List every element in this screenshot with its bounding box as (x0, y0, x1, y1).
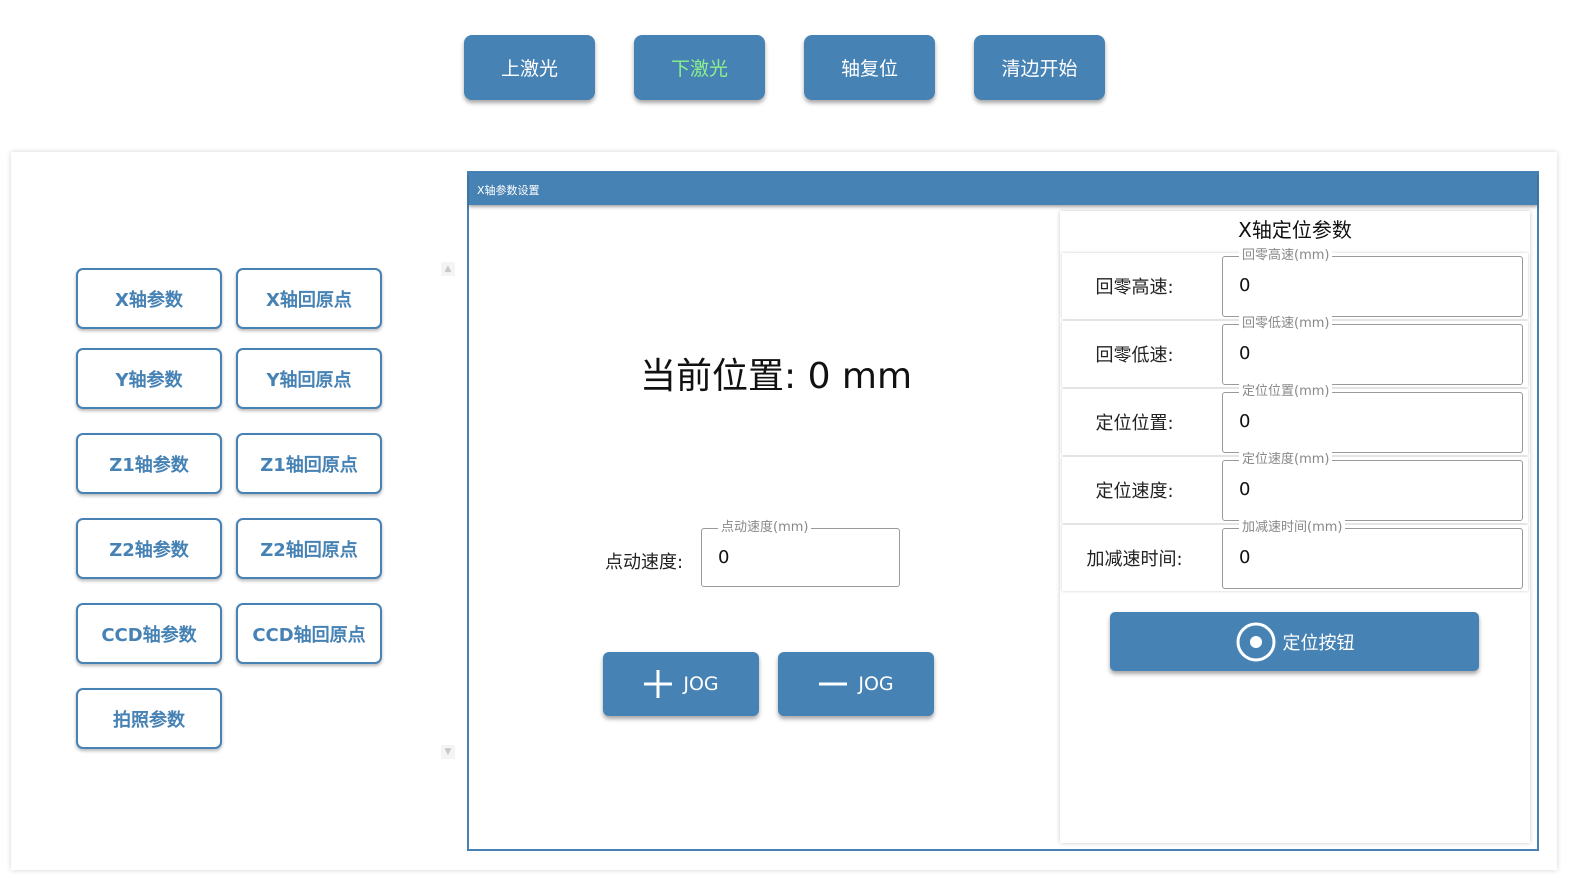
upper-laser-button[interactable]: 上激光 (464, 35, 595, 100)
axis-reset-button[interactable]: 轴复位 (804, 35, 935, 100)
target-speed-label: 定位速度: (1095, 481, 1174, 502)
ccd-axis-params-button[interactable]: CCD轴参数 (76, 603, 222, 664)
z1-axis-home-button[interactable]: Z1轴回原点 (236, 433, 382, 494)
y-axis-home-button[interactable]: Y轴回原点 (236, 348, 382, 409)
home-high-speed-field: 回零高速(mm) (1222, 248, 1523, 317)
locate-button[interactable]: 定位按钮 (1110, 612, 1479, 671)
accel-time-field: 加减速时间(mm) (1222, 520, 1523, 589)
locate-button-label: 定位按钮 (1282, 632, 1355, 654)
ccd-axis-home-button[interactable]: CCD轴回原点 (236, 603, 382, 664)
home-high-speed-legend: 回零高速(mm) (1239, 248, 1333, 264)
target-speed-field: 定位速度(mm) (1222, 452, 1523, 521)
jog-minus-label: JOG (858, 673, 894, 695)
jog-plus-label: JOG (683, 673, 719, 695)
target-position-input[interactable] (1239, 411, 1389, 432)
plus-icon (643, 669, 673, 699)
scroll-up-icon[interactable]: ▲ (441, 262, 455, 276)
z2-axis-home-button[interactable]: Z2轴回原点 (236, 518, 382, 579)
jog-speed-field: 点动速度(mm) (701, 520, 900, 587)
jog-minus-button[interactable]: JOG (778, 652, 934, 716)
target-speed-input[interactable] (1239, 479, 1389, 500)
current-position-readout: 当前位置: 0 mm (640, 356, 913, 397)
accel-time-label: 加减速时间: (1086, 549, 1183, 570)
x-axis-home-button[interactable]: X轴回原点 (236, 268, 382, 329)
jog-speed-label: 点动速度: (605, 552, 684, 573)
start-edge-clean-button[interactable]: 清边开始 (974, 35, 1105, 100)
x-axis-params-button[interactable]: X轴参数 (76, 268, 222, 329)
jog-speed-legend: 点动速度(mm) (718, 520, 812, 536)
jog-plus-button[interactable]: JOG (603, 652, 759, 716)
home-low-speed-legend: 回零低速(mm) (1239, 316, 1333, 332)
target-position-field: 定位位置(mm) (1222, 384, 1523, 453)
positioning-params-title: X轴定位参数 (1238, 218, 1352, 242)
minus-icon (818, 669, 848, 699)
z1-axis-params-button[interactable]: Z1轴参数 (76, 433, 222, 494)
target-speed-legend: 定位速度(mm) (1239, 452, 1333, 468)
jog-speed-input[interactable] (718, 547, 868, 568)
photo-params-button[interactable]: 拍照参数 (76, 688, 222, 749)
lower-laser-button[interactable]: 下激光 (634, 35, 765, 100)
home-low-speed-label: 回零低速: (1095, 345, 1174, 366)
home-low-speed-field: 回零低速(mm) (1222, 316, 1523, 385)
accel-time-input[interactable] (1239, 547, 1389, 568)
window-title: X轴参数设置 (477, 184, 540, 197)
home-high-speed-label: 回零高速: (1095, 277, 1174, 298)
y-axis-params-button[interactable]: Y轴参数 (76, 348, 222, 409)
target-icon (1235, 621, 1277, 663)
z2-axis-params-button[interactable]: Z2轴参数 (76, 518, 222, 579)
scroll-down-icon[interactable]: ▼ (441, 745, 455, 759)
target-position-legend: 定位位置(mm) (1239, 384, 1333, 400)
home-low-speed-input[interactable] (1239, 343, 1389, 364)
accel-time-legend: 加减速时间(mm) (1239, 520, 1346, 536)
target-position-label: 定位位置: (1095, 413, 1174, 434)
window-title-bar: X轴参数设置 (469, 173, 1537, 205)
app-window: 上激光 下激光 轴复位 清边开始 X轴参数 X轴回原点 Y轴参数 Y轴回原点 Z… (0, 0, 1570, 879)
home-high-speed-input[interactable] (1239, 275, 1389, 296)
